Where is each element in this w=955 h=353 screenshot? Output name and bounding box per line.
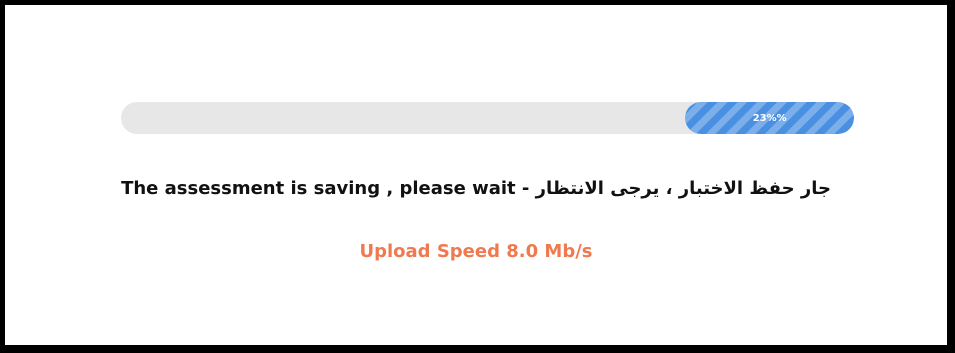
upload-progress-fill: 23%% bbox=[685, 102, 854, 134]
assessment-saving-dialog: 23%% The assessment is saving , please w… bbox=[0, 0, 955, 353]
upload-speed-text: Upload Speed 8.0 Mb/s bbox=[359, 241, 593, 262]
progress-percentage-label: 23%% bbox=[752, 112, 787, 124]
upload-progress-bar: 23%% bbox=[121, 102, 854, 134]
saving-status-message: The assessment is saving , please wait -… bbox=[121, 178, 831, 199]
